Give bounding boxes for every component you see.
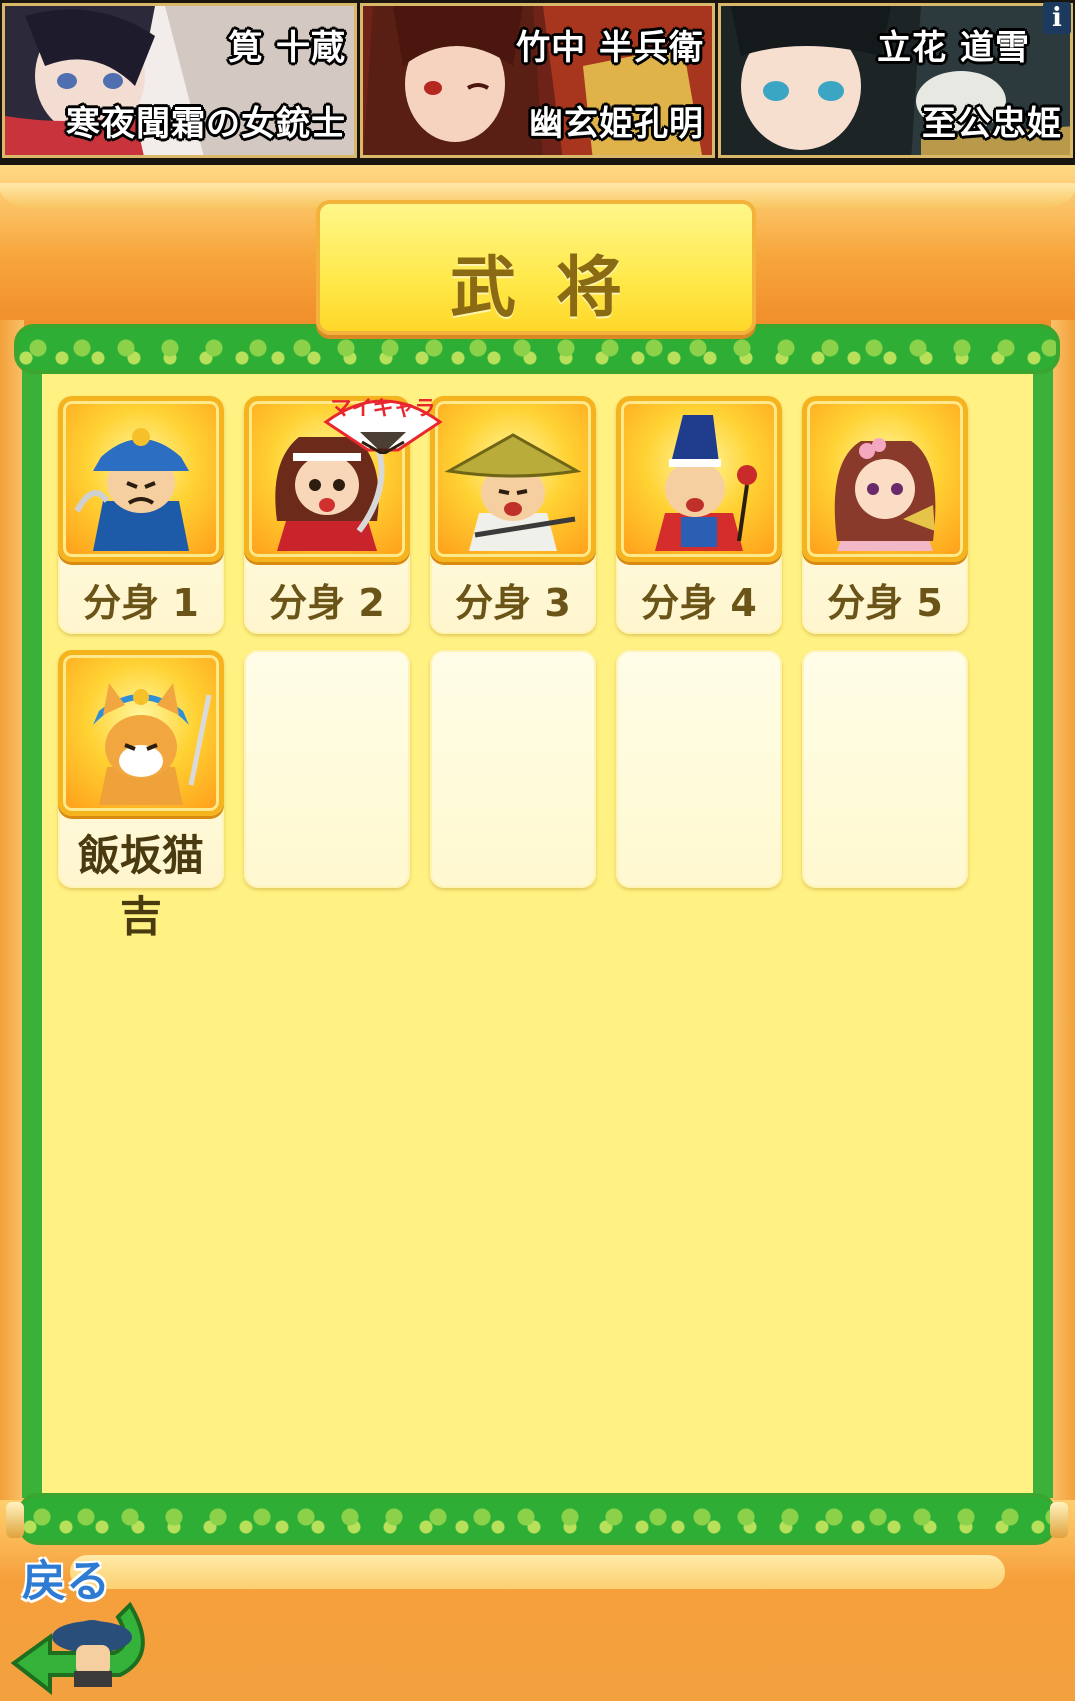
character-label: 分身 1 [83,581,199,625]
empty-slot [616,650,782,888]
character-label: 分身 4 [641,581,757,625]
back-label: 戻る [22,1556,110,1607]
samurai-cat-portrait [93,683,212,805]
character-label: 飯坂猫吉 [77,831,204,941]
title-plate: 武将 [316,200,756,335]
featured-name-1: 筧 十蔵 [228,28,346,68]
back-button[interactable]: 戻る [10,1545,160,1695]
portrait-frame [58,396,224,562]
empty-slot [244,650,410,888]
character-card-1[interactable]: 分身 1 [58,396,224,634]
character-label: 分身 5 [827,581,943,625]
featured-name-3: 立花 道雪 [877,28,1030,68]
scroll-rod-bottom [18,1493,1056,1545]
featured-title-2: 幽玄姫孔明 [529,104,704,144]
portrait-frame [802,396,968,562]
featured-banner[interactable]: 筧 十蔵 寒夜聞霜の女銃士 竹中 半兵衛 幽玄姫孔明 立花 道雪 至公忠姫 i [0,0,1075,165]
portrait-frame [616,396,782,562]
blue-samurai-portrait [74,428,189,551]
featured-card-1[interactable]: 筧 十蔵 寒夜聞霜の女銃士 [2,3,357,158]
featured-title-3: 至公忠姫 [922,104,1062,144]
frame-left [0,320,24,1520]
featured-name-2: 竹中 半兵衛 [516,28,704,68]
featured-title-1: 寒夜聞霜の女銃士 [66,104,346,144]
character-label: 分身 2 [269,581,385,625]
featured-card-3[interactable]: 立花 道雪 至公忠姫 [718,3,1073,158]
character-card-5[interactable]: 分身 5 [802,396,968,634]
character-label: 分身 3 [455,581,571,625]
info-icon[interactable]: i [1043,2,1071,34]
featured-card-2[interactable]: 竹中 半兵衛 幽玄姫孔明 [360,3,715,158]
scroll-rod-cap-right [1050,1502,1068,1538]
empty-slot [430,650,596,888]
my-character-label: マイキャラ [330,396,436,420]
scroll-rod-cap-left [6,1502,24,1538]
frame-right [1051,320,1075,1520]
my-character-badge: マイキャラ [322,392,444,454]
portrait-frame [430,396,596,562]
character-card-4[interactable]: 分身 4 [616,396,782,634]
portrait-frame [58,650,224,816]
princess-portrait [834,438,936,551]
court-noble-portrait [655,415,757,551]
empty-slot [802,650,968,888]
straw-hat-monk-portrait [444,433,582,551]
character-card-3[interactable]: 分身 3 [430,396,596,634]
page-title: 武将 [450,248,662,326]
character-card-6[interactable]: 飯坂猫吉 [58,650,224,941]
